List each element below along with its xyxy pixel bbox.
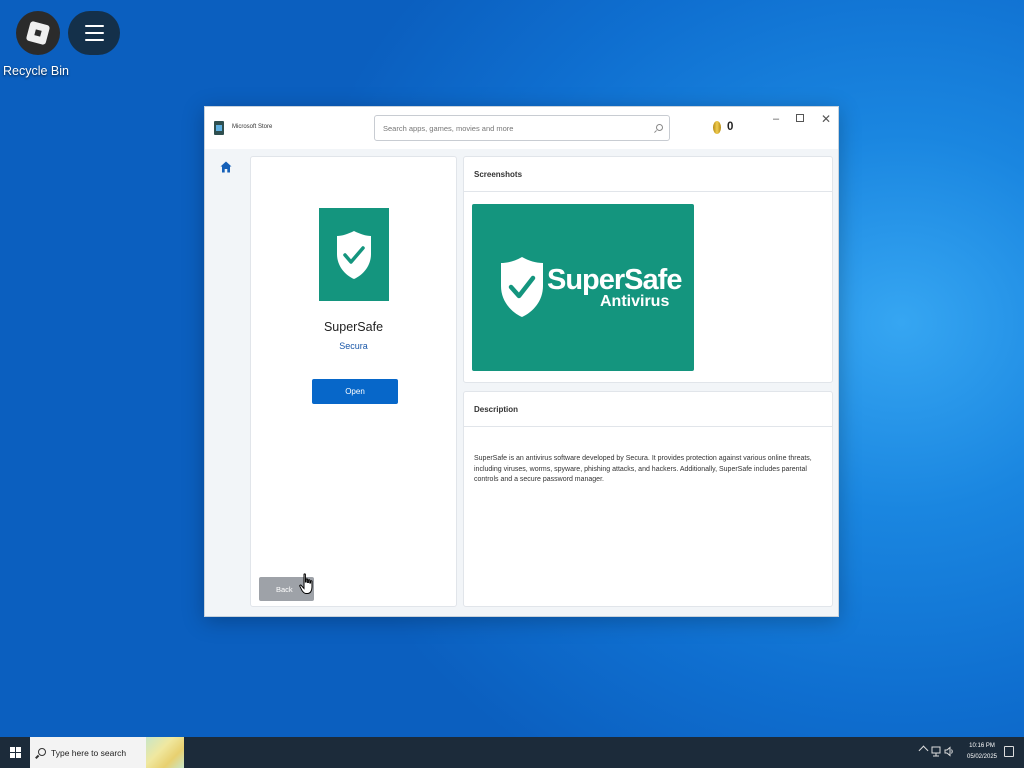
- clock-date[interactable]: 05/02/2025: [962, 754, 1002, 760]
- close-button[interactable]: ✕: [818, 112, 834, 126]
- screenshot-subtitle: Antivirus: [600, 293, 670, 310]
- start-button[interactable]: [0, 737, 30, 768]
- taskbar: Type here to search 10:16 PM 05/02/2025: [0, 737, 1024, 768]
- store-window: Microsoft Store 0 – ✕ SuperSafe Secura O…: [204, 106, 839, 617]
- taskbar-search[interactable]: Type here to search: [30, 737, 184, 768]
- search-icon: [38, 748, 46, 756]
- recycle-bin-label[interactable]: Recycle Bin: [0, 64, 72, 78]
- store-logo-icon: [214, 121, 224, 135]
- app-title: Microsoft Store: [232, 124, 273, 130]
- maximize-icon: [796, 114, 804, 122]
- windows-logo-icon: [9, 747, 21, 758]
- description-text: SuperSafe is an antivirus software devel…: [474, 455, 812, 483]
- coin-count: 0: [727, 121, 734, 133]
- publisher-link[interactable]: Secura: [251, 341, 456, 351]
- nav-rail: [205, 149, 243, 616]
- hamburger-menu-button[interactable]: [68, 11, 120, 55]
- notification-icon[interactable]: [1004, 746, 1014, 757]
- store-search-box[interactable]: [374, 115, 670, 141]
- open-button[interactable]: Open: [312, 379, 398, 404]
- roblox-app-icon[interactable]: [16, 11, 60, 55]
- shield-icon: [337, 230, 371, 279]
- chevron-up-icon[interactable]: [918, 745, 929, 756]
- app-tile: [319, 208, 389, 301]
- volume-icon[interactable]: [944, 746, 954, 757]
- store-search-input[interactable]: [375, 116, 635, 140]
- title-bar: Microsoft Store 0 – ✕: [205, 107, 838, 149]
- search-highlight-image: [146, 737, 184, 768]
- app-detail-card: SuperSafe Secura Open Back: [250, 156, 457, 607]
- screenshots-card: Screenshots SuperSafe Antivirus: [463, 156, 833, 383]
- search-icon[interactable]: [656, 124, 663, 131]
- app-name: SuperSafe: [323, 320, 384, 334]
- screenshots-header: Screenshots: [464, 157, 832, 192]
- description-header: Description: [464, 392, 832, 427]
- shield-icon: [501, 257, 543, 317]
- maximize-button[interactable]: [792, 112, 808, 126]
- app-screenshot[interactable]: SuperSafe Antivirus: [472, 204, 694, 371]
- hand-cursor-icon: [299, 573, 313, 594]
- description-card: Description SuperSafe is an antivirus so…: [463, 391, 833, 607]
- clock-time[interactable]: 10:16 PM: [962, 743, 1002, 749]
- home-icon[interactable]: [220, 161, 232, 173]
- network-icon[interactable]: [931, 746, 941, 757]
- taskbar-search-placeholder[interactable]: Type here to search: [51, 748, 126, 758]
- coin-icon: [713, 121, 721, 134]
- minimize-button[interactable]: –: [768, 112, 784, 126]
